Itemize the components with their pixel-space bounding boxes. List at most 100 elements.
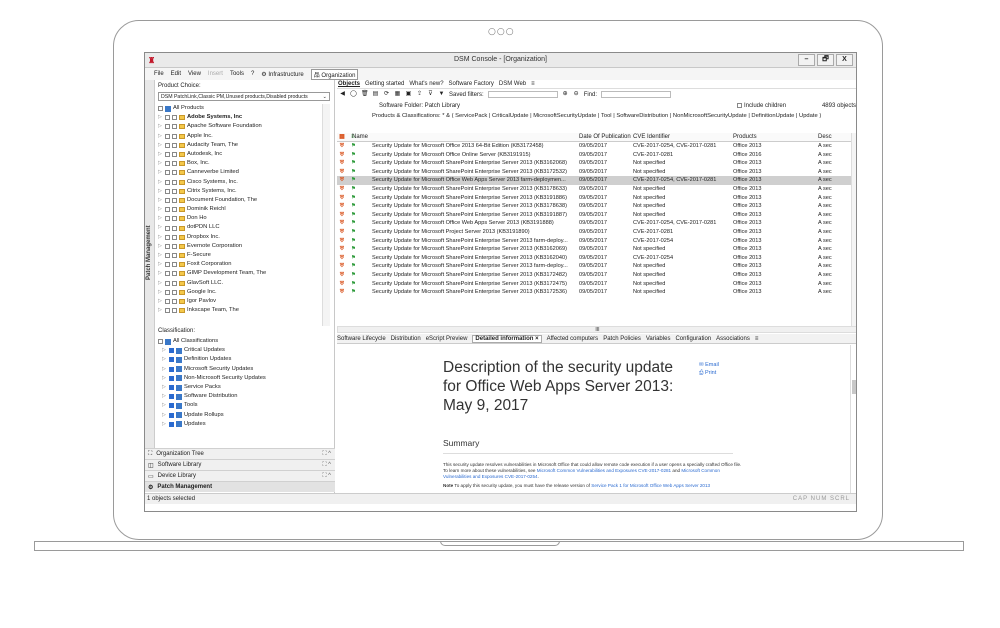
col-desc[interactable]: Desc — [818, 133, 848, 141]
view-icon[interactable]: ▣ — [405, 91, 412, 98]
expand-arrow-icon[interactable]: ▷ — [158, 279, 163, 288]
doc-scroll-thumb[interactable] — [852, 380, 856, 394]
checkbox[interactable] — [172, 280, 177, 286]
checkbox[interactable] — [172, 161, 177, 167]
table-row[interactable]: ⛨ ⚑ Security Update for Microsoft Office W… — [337, 176, 851, 185]
expand-arrow-icon[interactable]: ▷ — [158, 233, 163, 242]
tab-menu[interactable]: ≡ — [531, 81, 535, 87]
expand-arrow-icon[interactable]: ▷ — [162, 355, 167, 364]
checkbox[interactable] — [172, 152, 177, 158]
expand-arrow-icon[interactable]: ▷ — [158, 122, 163, 131]
maximize-button[interactable]: 🗗 — [817, 54, 834, 66]
checkbox[interactable] — [172, 289, 177, 295]
table-row[interactable]: ⛨ ⚑ Security Update for Microsoft SharePoi… — [337, 271, 851, 280]
checkbox[interactable] — [172, 308, 177, 314]
column-chooser-icon[interactable]: ▦ — [337, 133, 347, 141]
detail-tab[interactable]: ≡ — [755, 336, 759, 342]
product-tree-item[interactable]: ▷ Audacity Team, The — [158, 141, 320, 150]
checkbox[interactable] — [165, 170, 170, 176]
minimize-button[interactable]: – — [798, 54, 815, 66]
table-row[interactable]: ⛨ ⚑ Security Update for Microsoft SharePoi… — [337, 185, 851, 194]
menu-help[interactable]: ? — [251, 71, 254, 77]
classification-tree-item[interactable]: ▷ Definition Updates — [158, 355, 330, 364]
checkbox[interactable] — [169, 403, 174, 409]
checkbox[interactable] — [165, 142, 170, 148]
checkbox[interactable] — [158, 339, 163, 345]
table-row[interactable]: ⛨ ⚑ Security Update for Microsoft Office 2… — [337, 142, 851, 151]
checkbox[interactable] — [165, 234, 170, 240]
properties-icon[interactable]: ▤ — [372, 91, 379, 98]
expand-arrow-icon[interactable]: ▷ — [158, 178, 163, 187]
tab-objects[interactable]: Objects — [338, 81, 360, 87]
table-row[interactable]: ⛨ ⚑ Security Update for Microsoft SharePoi… — [337, 288, 851, 297]
table-row[interactable]: ⛨ ⚑ Security Update for Microsoft Project … — [337, 228, 851, 237]
table-row[interactable]: ⛨ ⚑ Security Update for Microsoft SharePoi… — [337, 168, 851, 177]
col-name[interactable]: Name — [352, 133, 579, 141]
checkbox[interactable] — [165, 225, 170, 231]
menu-organization[interactable]: 品 Organization — [310, 68, 359, 80]
expand-icon[interactable]: ⛶ ^ — [322, 451, 331, 458]
checkbox[interactable] — [165, 299, 170, 305]
product-tree-item[interactable]: ▷ Cisco Systems, Inc. — [158, 178, 320, 187]
checkbox[interactable] — [172, 299, 177, 305]
save-filter-icon[interactable]: ⊕ — [562, 91, 569, 98]
detail-tab[interactable]: Associations — [716, 336, 750, 342]
expand-arrow-icon[interactable]: ▷ — [162, 392, 167, 401]
expand-arrow-icon[interactable]: ▷ — [158, 269, 163, 278]
menu-tools[interactable]: Tools — [230, 71, 244, 77]
checkbox[interactable] — [165, 289, 170, 295]
checkbox[interactable] — [172, 225, 177, 231]
classification-tree-item[interactable]: ▷ Service Packs — [158, 383, 330, 392]
product-tree-item[interactable]: ▷ Autodesk, Inc — [158, 150, 320, 159]
checkbox[interactable] — [169, 421, 174, 427]
checkbox[interactable] — [172, 170, 177, 176]
checkbox[interactable] — [169, 375, 174, 381]
tab-software-factory[interactable]: Software Factory — [449, 81, 494, 87]
expand-icon[interactable]: ⛶ ^ — [322, 473, 331, 480]
checkbox[interactable] — [165, 243, 170, 249]
detail-tab[interactable]: Patch Policies — [603, 336, 641, 342]
filter-icon[interactable]: ▼ — [438, 91, 445, 98]
menu-view[interactable]: View — [188, 71, 201, 77]
product-tree-item[interactable]: ▷ Canneverbe Limited — [158, 168, 320, 177]
product-tree-item[interactable]: ▷ Evernote Corporation — [158, 242, 320, 251]
expand-arrow-icon[interactable]: ▷ — [158, 150, 163, 159]
menu-infrastructure[interactable]: ⚙ Infrastructure — [261, 71, 303, 78]
product-tree-item[interactable]: ▷ F-Secure — [158, 251, 320, 260]
table-row[interactable]: ⛨ ⚑ Security Update for Microsoft SharePoi… — [337, 159, 851, 168]
export-icon[interactable]: ⇪ — [416, 91, 423, 98]
checkbox[interactable] — [169, 385, 174, 391]
product-tree-item[interactable]: ▷ Igor Pavlov — [158, 297, 320, 306]
detail-tab[interactable]: Software Lifecycle — [337, 336, 386, 342]
checkbox[interactable] — [165, 197, 170, 203]
expand-arrow-icon[interactable]: ▷ — [158, 159, 163, 168]
classification-tree-item[interactable]: ▷ Critical Updates — [158, 346, 330, 355]
col-products[interactable]: Products — [733, 133, 818, 141]
saved-filters-select[interactable] — [487, 91, 558, 98]
product-tree-item[interactable]: ▷ Apache Software Foundation — [158, 122, 320, 131]
checkbox[interactable] — [172, 142, 177, 148]
checkbox[interactable] — [165, 253, 170, 259]
grid-horizontal-scrollbar[interactable]: III — [337, 326, 856, 333]
product-tree-item[interactable]: ▷ Adobe Systems, Inc — [158, 113, 320, 122]
expand-arrow-icon[interactable]: ▷ — [158, 168, 163, 177]
expand-arrow-icon[interactable]: ▷ — [158, 242, 163, 251]
checkbox[interactable] — [165, 161, 170, 167]
checkbox[interactable] — [169, 394, 174, 400]
checkbox[interactable] — [172, 115, 177, 121]
checkbox[interactable] — [169, 412, 174, 418]
product-tree-item[interactable]: ▷ Don Ho — [158, 214, 320, 223]
checkbox[interactable] — [172, 271, 177, 277]
checkbox[interactable] — [165, 115, 170, 121]
product-choice-select[interactable]: DSM PatchLink,Classic PM,Unused products… — [158, 92, 330, 101]
checkbox[interactable] — [172, 262, 177, 268]
checkbox[interactable] — [169, 357, 174, 363]
service-pack-link[interactable]: Service Pack 1 for Microsoft Office Web … — [591, 483, 710, 488]
product-tree-item[interactable]: ▷ Foxit Corporation — [158, 260, 320, 269]
side-tab-patch-management[interactable]: Patch Management — [145, 80, 155, 465]
cve-0281-link[interactable]: Microsoft Common Vulnerabilities and Exp… — [537, 468, 671, 473]
email-link[interactable]: ✉ Email — [699, 361, 719, 369]
product-tree-item[interactable]: ▷ Dropbox Inc. — [158, 233, 320, 242]
expand-arrow-icon[interactable]: ▷ — [158, 251, 163, 260]
nav-device-library[interactable]: ▭ Device Library ⛶ ^ — [145, 470, 335, 481]
